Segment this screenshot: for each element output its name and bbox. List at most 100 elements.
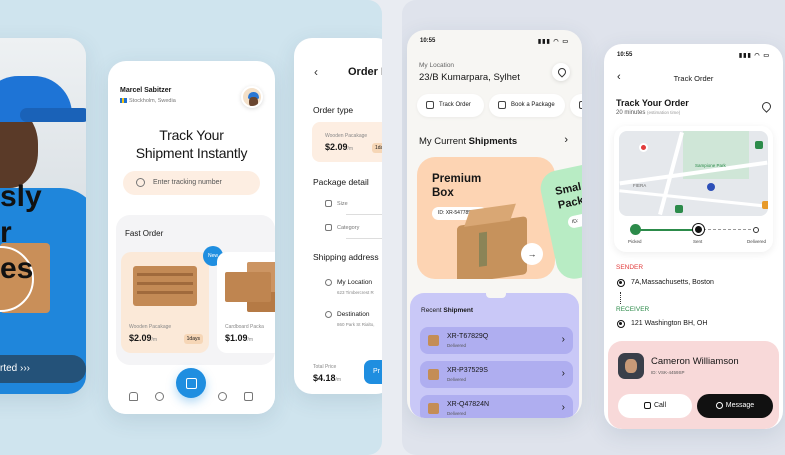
step-label-picked: Picked: [628, 239, 642, 244]
product-days-badge: 1days: [183, 334, 203, 344]
map-label-fiera: FIERA: [633, 183, 647, 188]
bottom-nav: [108, 368, 275, 414]
more-pill[interactable]: [570, 94, 582, 117]
total-price-value: $4.18: [313, 373, 336, 383]
tracking-search-input[interactable]: Enter tracking number: [123, 171, 260, 195]
call-button[interactable]: Call: [618, 394, 692, 418]
receiver-address: 121 Washington BH, OH: [631, 320, 708, 327]
my-location-value[interactable]: 623 Timbercrest R: [337, 290, 374, 295]
sheet-handle[interactable]: [486, 293, 506, 298]
fast-order-title: Fast Order: [125, 229, 164, 238]
product-price-unit: /m: [247, 337, 254, 343]
product-price-unit: /m: [151, 337, 158, 343]
step-delivered-dot: [753, 227, 759, 233]
tracking-placeholder: Enter tracking number: [153, 179, 222, 186]
call-label: Call: [653, 402, 667, 409]
cardboard-boxes-image: [225, 272, 271, 302]
chevron-right-icon: ›: [561, 334, 565, 345]
user-location-text: Stockholm, Swedia: [129, 98, 176, 104]
avatar[interactable]: [241, 86, 263, 108]
package-price: $2.09/m: [325, 142, 353, 152]
message-icon: [715, 401, 723, 409]
product-price: $1.09/m: [225, 333, 253, 343]
recent-shipment-sheet: Recent Shipment XR-T67829Q Delivered › X…: [410, 293, 579, 418]
list-item[interactable]: XR-T67829Q Delivered ›: [420, 327, 573, 354]
back-chevron-icon[interactable]: ‹: [314, 65, 318, 79]
onboarding-phone: sly r es rted ›››: [0, 38, 86, 394]
product-card-cardboard[interactable]: Cardboard Packa $1.09/m: [217, 252, 275, 353]
pay-button[interactable]: Pr: [364, 360, 382, 384]
box-icon: [498, 101, 506, 109]
location-label: My Location: [419, 62, 455, 69]
product-name: Cardboard Packa: [225, 324, 264, 330]
package-detail-label: Package detail: [313, 177, 369, 187]
map[interactable]: Sampione Park FIERA: [619, 131, 768, 216]
list-item[interactable]: XR-Q47824N Delivered ›: [420, 395, 573, 418]
shipment-status: Delivered: [447, 377, 467, 382]
package-price-value: $2.09: [325, 142, 348, 152]
origin-pin-icon: [639, 143, 648, 152]
package-icon: [428, 403, 439, 414]
message-button[interactable]: Message: [697, 394, 773, 418]
product-name: Wooden Pacakage: [129, 324, 172, 330]
right-showcase-panel: 10:55 ▮▮▮ ◠ ▭ My Location 23/B Kumarpara…: [402, 0, 785, 455]
get-started-button[interactable]: rted ›››: [0, 355, 86, 383]
courier-name: Cameron Williamson: [651, 356, 739, 367]
product-price-value: $2.09: [129, 333, 152, 343]
my-location-label: My Location: [337, 279, 373, 286]
receiver-dot-icon: [617, 320, 625, 328]
track-order-label: Track Order: [439, 102, 471, 108]
destination-value[interactable]: 860 Park St Rialto,: [337, 322, 375, 327]
open-box-image: [457, 216, 527, 279]
category-field-line[interactable]: [346, 238, 382, 239]
document-icon[interactable]: [244, 392, 253, 401]
chat-icon[interactable]: [218, 392, 227, 401]
total-price: $4.18/m: [313, 373, 341, 383]
left-showcase-panel: sly r es rted ››› Marcel Sabitzer Stockh…: [0, 0, 382, 455]
location-pin-icon[interactable]: [760, 100, 773, 113]
size-icon: [325, 200, 332, 207]
package-icon: [428, 335, 439, 346]
track-order-pill[interactable]: Track Order: [417, 94, 484, 117]
list-item[interactable]: XR-P37529S Delivered ›: [420, 361, 573, 388]
small-title: Smal Pack: [554, 180, 582, 213]
courier-avatar: [618, 353, 644, 379]
category-icon: [325, 224, 332, 231]
page-title: Track Your Order: [616, 98, 689, 108]
user-location: Stockholm, Swedia: [120, 98, 176, 104]
step-sent-dot: [693, 224, 704, 235]
truck-icon: [579, 101, 582, 109]
package-fab-button[interactable]: [176, 368, 206, 398]
location-pin-icon[interactable]: [552, 63, 570, 81]
shipment-id: XR-T67829Q: [447, 333, 489, 340]
home-icon[interactable]: [129, 392, 138, 401]
scan-icon: [136, 178, 145, 187]
header-title: Track Order: [673, 74, 714, 83]
arrow-right-icon[interactable]: →: [521, 243, 543, 265]
fast-order-section: Fast Order Wooden Pacakage $2.09/m 1days…: [116, 215, 275, 365]
map-road: [619, 189, 768, 208]
my-location-icon: [325, 279, 332, 286]
premium-title: Premium Box: [432, 172, 481, 200]
location-value: 23/B Kumarpara, Sylhet: [419, 72, 520, 83]
recent-title-bold: Shipment: [443, 307, 474, 314]
eta-text: 20 minutes (estimation time): [616, 110, 680, 116]
headline-line-3: es: [0, 252, 34, 285]
user-name: Marcel Sabitzer: [120, 87, 172, 94]
premium-box-card[interactable]: Premium Box ID: XR-547785ART →: [417, 157, 555, 279]
sender-label: SENDER: [616, 264, 644, 271]
shipments-phone: 10:55 ▮▮▮ ◠ ▭ My Location 23/B Kumarpara…: [407, 30, 582, 418]
receiver-label: RECEIVER: [616, 306, 650, 313]
store-icon: [762, 201, 768, 209]
sender-address: 7A,Massachusetts, Boston: [631, 279, 714, 286]
step-label-sent: Sent: [693, 239, 703, 244]
product-card-wooden[interactable]: Wooden Pacakage $2.09/m 1days: [121, 252, 209, 353]
route-icon[interactable]: [155, 392, 164, 401]
map-label-park: Sampione Park: [695, 163, 726, 168]
arrow-right-icon[interactable]: ›: [564, 134, 568, 146]
product-price-value: $1.09: [225, 333, 248, 343]
phone-icon: [643, 401, 651, 409]
size-field-line[interactable]: [346, 214, 382, 215]
size-label: Size: [337, 201, 348, 207]
book-package-pill[interactable]: Book a Package: [489, 94, 565, 117]
